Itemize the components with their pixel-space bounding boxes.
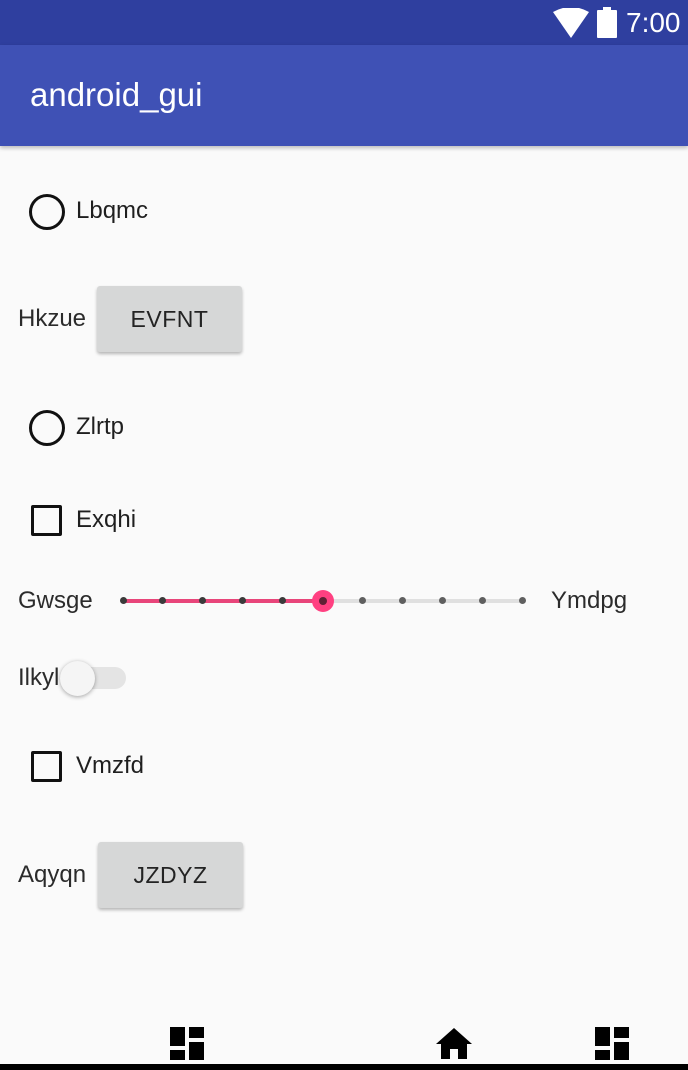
switch-label: Ilkyl	[18, 664, 60, 691]
seekbar-thumb-dot	[318, 597, 327, 605]
seekbar-tick	[119, 597, 127, 604]
dashboard-icon[interactable]	[170, 1027, 204, 1060]
checkbox-exqhi[interactable]	[31, 505, 62, 536]
status-bar: 7:00	[0, 0, 688, 45]
app-bar: android_gui	[0, 45, 688, 146]
seekbar-tick	[518, 597, 526, 604]
aqyqn-label: Aqyqn	[18, 861, 87, 888]
hkzue-label: Hkzue	[18, 305, 87, 332]
evfnt-button[interactable]: EVFNT	[97, 286, 242, 352]
seekbar-tick	[398, 597, 406, 604]
seekbar-progress	[123, 599, 323, 603]
checkbox-vmzfd[interactable]	[31, 751, 62, 782]
seekbar-tick	[358, 597, 366, 604]
battery-icon	[597, 7, 617, 38]
seekbar-tick	[478, 597, 486, 604]
dashboard-icon[interactable]	[595, 1027, 629, 1060]
home-icon[interactable]	[436, 1028, 472, 1059]
radio-zlrtp[interactable]	[29, 410, 65, 446]
seekbar-tick	[438, 597, 446, 604]
checkbox-exqhi-label[interactable]: Exqhi	[76, 505, 136, 535]
wifi-icon	[553, 8, 589, 38]
app-title: android_gui	[30, 76, 203, 113]
status-time: 7:00	[626, 7, 681, 38]
radio-zlrtp-label[interactable]: Zlrtp	[76, 412, 124, 442]
seekbar-end-label: Ymdpg	[551, 587, 628, 614]
radio-lbqmc-label[interactable]: Lbqmc	[76, 196, 148, 226]
checkbox-vmzfd-label[interactable]: Vmzfd	[76, 751, 144, 781]
screen: 7:00 android_gui Lbqmc Hkzue EVFNT Zlrtp…	[0, 0, 688, 1070]
switch-thumb[interactable]	[60, 661, 95, 696]
seekbar-start-label: Gwsge	[18, 587, 93, 614]
seekbar-thumb[interactable]	[311, 590, 334, 612]
radio-lbqmc[interactable]	[29, 194, 65, 230]
jzdyz-button[interactable]: JZDYZ	[98, 842, 243, 908]
nav-bar-edge	[0, 1064, 688, 1070]
